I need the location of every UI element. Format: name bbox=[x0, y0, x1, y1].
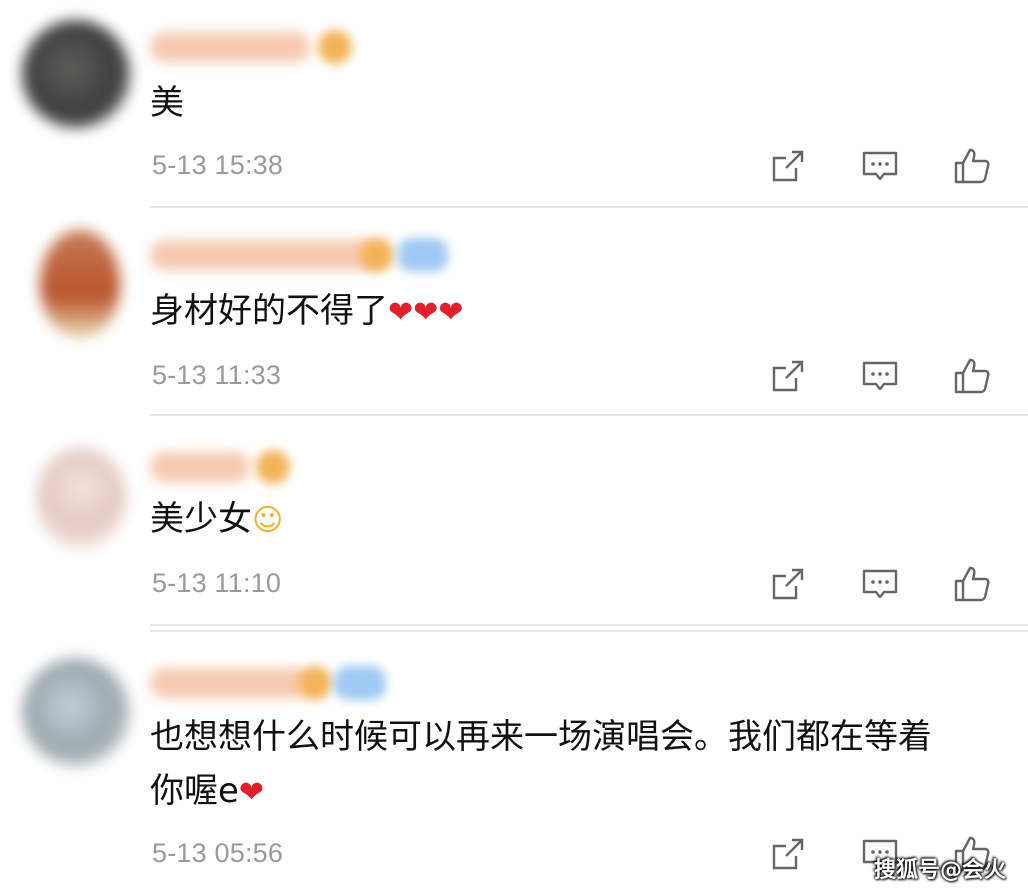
share-button[interactable] bbox=[768, 834, 808, 874]
reply-button[interactable] bbox=[860, 146, 900, 186]
comment-icon bbox=[862, 569, 898, 599]
thumbs-up-icon bbox=[954, 566, 990, 602]
like-button[interactable] bbox=[952, 356, 992, 396]
comment-text: 美少女☺ bbox=[150, 499, 284, 539]
avatar[interactable] bbox=[22, 658, 130, 766]
divider bbox=[150, 206, 1028, 208]
avatar[interactable] bbox=[22, 20, 130, 128]
comment-actions bbox=[768, 356, 998, 396]
comment-icon bbox=[862, 151, 898, 181]
comment-actions bbox=[768, 564, 998, 604]
comment-icon bbox=[862, 361, 898, 391]
user-badge-icon bbox=[360, 238, 394, 272]
share-icon bbox=[772, 838, 804, 870]
thumbs-up-icon bbox=[954, 358, 990, 394]
comment-text: 也想想什么时候可以再来一场演唱会。我们都在等着 你喔e❤ bbox=[150, 710, 932, 820]
share-button[interactable] bbox=[768, 356, 808, 396]
comment-item: 身材好的不得了❤❤❤ 5-13 11:33 bbox=[0, 210, 1028, 416]
comment-timestamp: 5-13 11:10 bbox=[152, 568, 282, 598]
avatar[interactable] bbox=[36, 448, 126, 548]
comment-text-line: 你喔e❤ bbox=[150, 771, 265, 811]
share-icon bbox=[772, 568, 804, 600]
reply-button[interactable] bbox=[860, 564, 900, 604]
share-button[interactable] bbox=[768, 564, 808, 604]
username[interactable] bbox=[150, 240, 380, 270]
share-button[interactable] bbox=[768, 146, 808, 186]
comment-item: 美少女☺ 5-13 11:10 bbox=[0, 418, 1028, 626]
divider bbox=[150, 630, 1028, 632]
reply-button[interactable] bbox=[860, 356, 900, 396]
heart-icon: ❤❤❤ bbox=[388, 295, 464, 330]
user-badge-icon bbox=[318, 30, 352, 64]
divider bbox=[150, 624, 1028, 626]
divider bbox=[150, 414, 1028, 416]
comment-text: 美 bbox=[150, 83, 184, 123]
comment-timestamp: 5-13 15:38 bbox=[152, 150, 284, 180]
share-icon bbox=[772, 360, 804, 392]
vip-badge-icon bbox=[398, 238, 448, 272]
share-icon bbox=[772, 150, 804, 182]
watermark: 搜狐号@会火 bbox=[873, 858, 1006, 883]
comment-timestamp: 5-13 11:33 bbox=[152, 360, 282, 390]
comment-item: 美 5-13 15:38 bbox=[0, 0, 1028, 210]
comment-timestamp: 5-13 05:56 bbox=[152, 838, 284, 868]
username[interactable] bbox=[150, 668, 310, 698]
avatar[interactable] bbox=[40, 230, 120, 338]
like-button[interactable] bbox=[952, 564, 992, 604]
user-badge-icon bbox=[298, 666, 332, 700]
vip-badge-icon bbox=[334, 666, 386, 700]
thumbs-up-icon bbox=[954, 148, 990, 184]
smiley-emoji-icon: ☺ bbox=[252, 503, 284, 538]
user-badge-icon bbox=[256, 450, 290, 484]
comment-text-line: 也想想什么时候可以再来一场演唱会。我们都在等着 bbox=[150, 717, 932, 757]
username[interactable] bbox=[150, 32, 310, 62]
comment-actions bbox=[768, 146, 998, 186]
heart-icon: ❤ bbox=[238, 775, 265, 810]
like-button[interactable] bbox=[952, 146, 992, 186]
comment-text: 身材好的不得了❤❤❤ bbox=[150, 291, 464, 331]
username[interactable] bbox=[150, 452, 250, 482]
